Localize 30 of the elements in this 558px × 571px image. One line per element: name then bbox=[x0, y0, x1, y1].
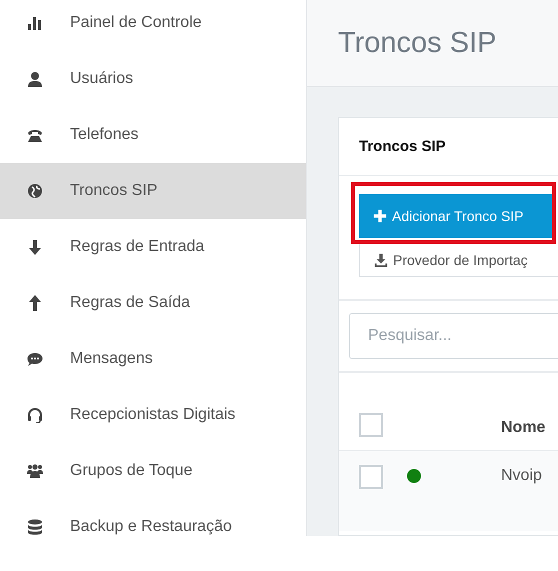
sidebar-item[interactable]: Regras de Entrada bbox=[0, 219, 306, 275]
sidebar-item[interactable]: Painel de Controle bbox=[0, 0, 306, 51]
checkbox[interactable] bbox=[359, 465, 383, 489]
sidebar-item[interactable]: Usuários bbox=[0, 51, 306, 107]
user-icon bbox=[27, 71, 43, 87]
page-title: Troncos SIP bbox=[338, 26, 496, 60]
table-cell: Nvoip bbox=[501, 467, 542, 485]
arrow-down-icon bbox=[27, 239, 43, 255]
sidebar-item[interactable]: Recepcionistas Digitais bbox=[0, 387, 306, 443]
card-title: Troncos SIP bbox=[339, 118, 558, 176]
phone-icon bbox=[27, 127, 43, 143]
group-icon bbox=[27, 463, 43, 479]
search-field[interactable]: Pesquisar... bbox=[349, 313, 558, 359]
menu-item[interactable]: Provedor de Importaç bbox=[360, 252, 528, 268]
arrow-up-icon bbox=[27, 295, 43, 311]
speech-bubble-icon bbox=[27, 351, 43, 367]
sidebar-item[interactable]: Mensagens bbox=[0, 331, 306, 387]
plus-icon bbox=[373, 209, 387, 223]
sidebar-item[interactable]: Telefones bbox=[0, 107, 306, 163]
bar-chart-icon bbox=[27, 15, 43, 31]
sidebar-item[interactable]: Backup e Restauração bbox=[0, 499, 306, 536]
column-header: Nome bbox=[501, 419, 546, 437]
globe-icon bbox=[27, 183, 43, 199]
sidebar-item[interactable]: Regras de Saída bbox=[0, 275, 306, 331]
checkbox[interactable] bbox=[359, 413, 383, 437]
download-icon bbox=[374, 253, 388, 267]
sidebar-item[interactable]: Troncos SIP bbox=[0, 163, 306, 219]
database-icon bbox=[27, 519, 43, 535]
headset-icon bbox=[27, 407, 43, 423]
sidebar-item[interactable]: Grupos de Toque bbox=[0, 443, 306, 499]
